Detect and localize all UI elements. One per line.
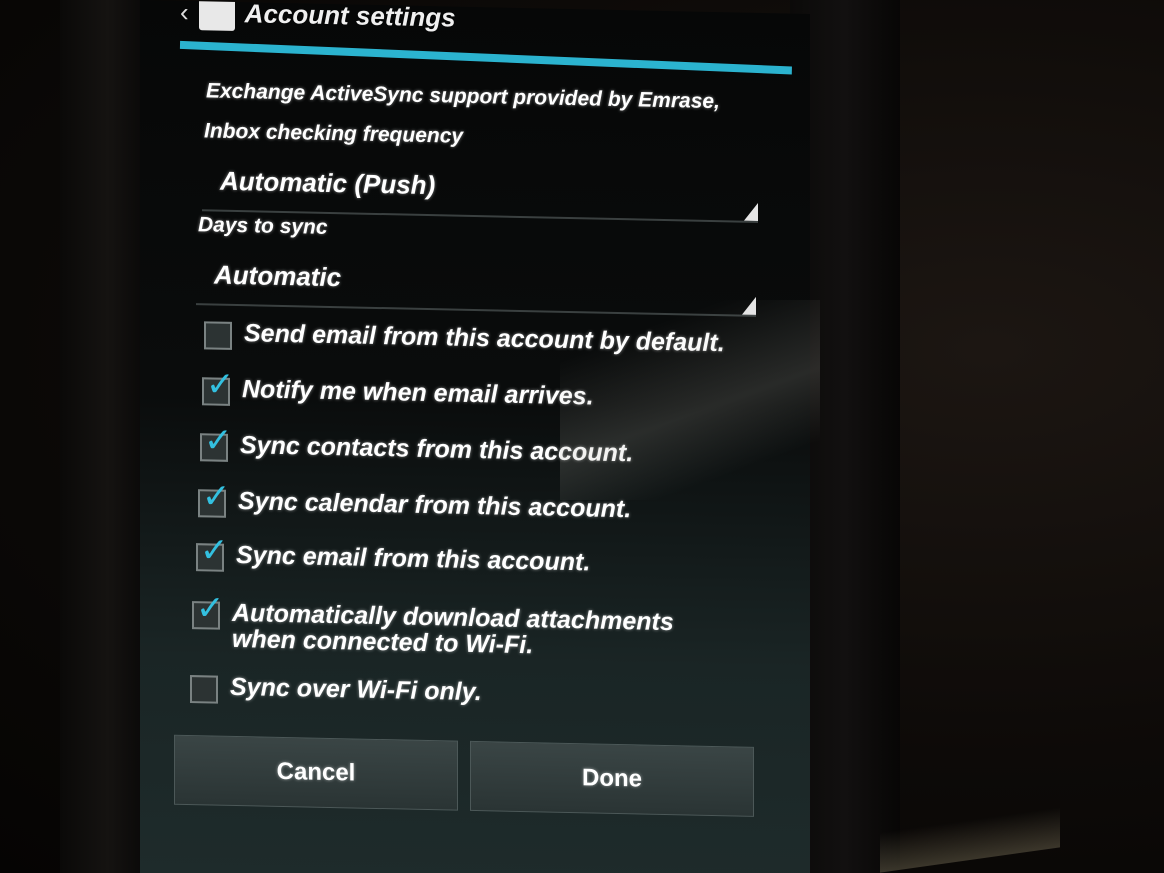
option-auto-download[interactable]: ✓ Automatically download attachments whe… xyxy=(192,589,682,662)
option-label: Send email from this account by default. xyxy=(244,319,725,358)
check-icon: ✓ xyxy=(202,477,231,516)
days-to-sync-value: Automatic xyxy=(214,259,342,293)
back-icon[interactable]: ‹ xyxy=(180,0,189,28)
option-notify[interactable]: ✓ Notify me when email arrives. xyxy=(202,365,594,413)
check-icon: ✓ xyxy=(206,365,235,404)
option-wifi-only[interactable]: Sync over Wi-Fi only. xyxy=(190,673,482,709)
option-label: Sync email from this account. xyxy=(236,541,591,577)
checkbox[interactable]: ✓ xyxy=(202,365,235,406)
check-icon: ✓ xyxy=(204,421,233,460)
spinner-corner-icon xyxy=(742,296,756,315)
option-label: Sync calendar from this account. xyxy=(238,487,632,524)
check-icon: ✓ xyxy=(200,531,229,570)
option-label: Notify me when email arrives. xyxy=(242,375,594,411)
checkbox[interactable]: ✓ xyxy=(200,421,233,462)
provider-notice: Exchange ActiveSync support provided by … xyxy=(206,79,720,114)
inbox-frequency-value: Automatic (Push) xyxy=(220,165,436,201)
option-sync-contacts[interactable]: ✓ Sync contacts from this account. xyxy=(200,421,634,470)
checkbox[interactable]: ✓ xyxy=(198,477,231,518)
phone-bezel-left xyxy=(60,0,140,873)
option-sync-email[interactable]: ✓ Sync email from this account. xyxy=(196,531,591,579)
photo-background: ‹ Account settings Exchange ActiveSync s… xyxy=(0,0,1164,873)
check-icon: ✓ xyxy=(196,589,225,628)
cancel-button[interactable]: Cancel xyxy=(174,734,458,811)
action-bar: ‹ Account settings xyxy=(180,0,800,50)
option-label: Sync over Wi-Fi only. xyxy=(230,672,482,707)
option-label: Sync contacts from this account. xyxy=(240,431,634,468)
checkbox[interactable]: ✓ xyxy=(192,589,225,630)
app-icon[interactable] xyxy=(198,0,235,31)
option-send-default[interactable]: Send email from this account by default. xyxy=(204,319,725,360)
desk-reflection xyxy=(880,807,1060,873)
done-button[interactable]: Done xyxy=(470,740,754,817)
checkbox[interactable] xyxy=(190,675,218,704)
phone-screen: ‹ Account settings Exchange ActiveSync s… xyxy=(140,0,810,873)
inbox-frequency-label: Inbox checking frequency xyxy=(204,119,464,148)
page-title: Account settings xyxy=(244,0,456,33)
option-label: Automatically download attachments when … xyxy=(232,598,674,660)
days-to-sync-label: Days to sync xyxy=(198,213,328,239)
dialog-buttons: Cancel Done xyxy=(174,734,754,817)
spinner-corner-icon xyxy=(744,202,758,221)
checkbox[interactable] xyxy=(204,321,232,350)
inbox-frequency-spinner[interactable]: Automatic (Push) xyxy=(202,161,758,223)
option-sync-calendar[interactable]: ✓ Sync calendar from this account. xyxy=(198,477,632,526)
days-to-sync-spinner[interactable]: Automatic xyxy=(196,255,756,317)
checkbox[interactable]: ✓ xyxy=(196,531,229,572)
